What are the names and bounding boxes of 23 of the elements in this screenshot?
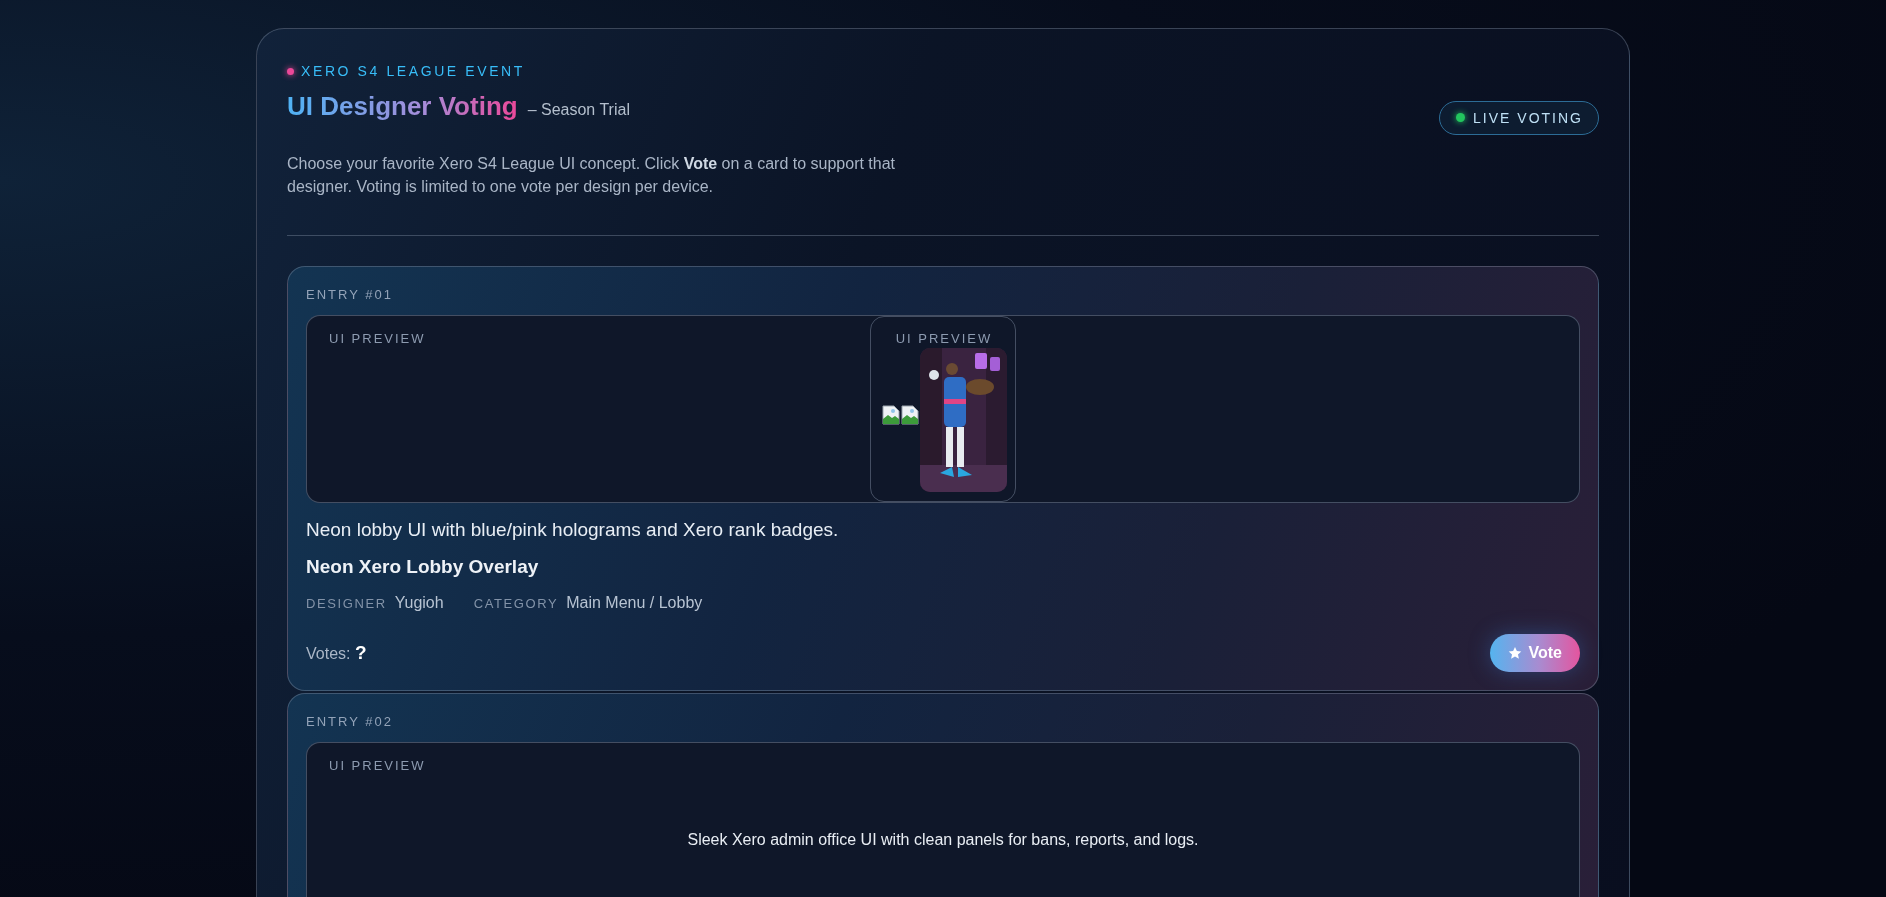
preview-label: UI PREVIEW [329, 331, 426, 346]
votes-label: Votes: [306, 645, 351, 662]
votes-count: ? [354, 642, 367, 663]
live-voting-label: LIVE VOTING [1473, 109, 1583, 126]
broken-image-icon [900, 405, 919, 425]
meta-label: DESIGNER [306, 596, 387, 611]
preview-label: UI PREVIEW [329, 758, 426, 773]
entry-title: Neon Xero Lobby Overlay [306, 556, 540, 578]
star-icon [1507, 646, 1522, 660]
dot-icon [287, 67, 294, 75]
meta-value: Yugioh [394, 594, 444, 612]
page-subtitle: – Season Trial [527, 101, 630, 119]
intro-text: Choose your favorite Xero S4 League UI concept. Click Vote on a card to support that designer. Voting is limited to one vote per design per device. [287, 154, 897, 197]
vote-button[interactable]: Vote [1489, 634, 1580, 672]
preview-description: Sleek Xero admin office UI with clean panels for bans, reports, and logs. [687, 831, 1199, 849]
entry-number: ENTRY #02 [306, 714, 394, 729]
broken-image-icon [881, 405, 900, 425]
meta-label: CATEGORY [473, 596, 559, 611]
entry-description: Neon lobby UI with blue/pink holograms and Xero rank badges. [306, 519, 840, 541]
meta-value: Main Menu / Lobby [566, 594, 703, 612]
entry-number: ENTRY #01 [306, 287, 394, 302]
event-label: XERO S4 LEAGUE EVENT [301, 63, 525, 79]
preview-label: UI PREVIEW [895, 331, 993, 346]
